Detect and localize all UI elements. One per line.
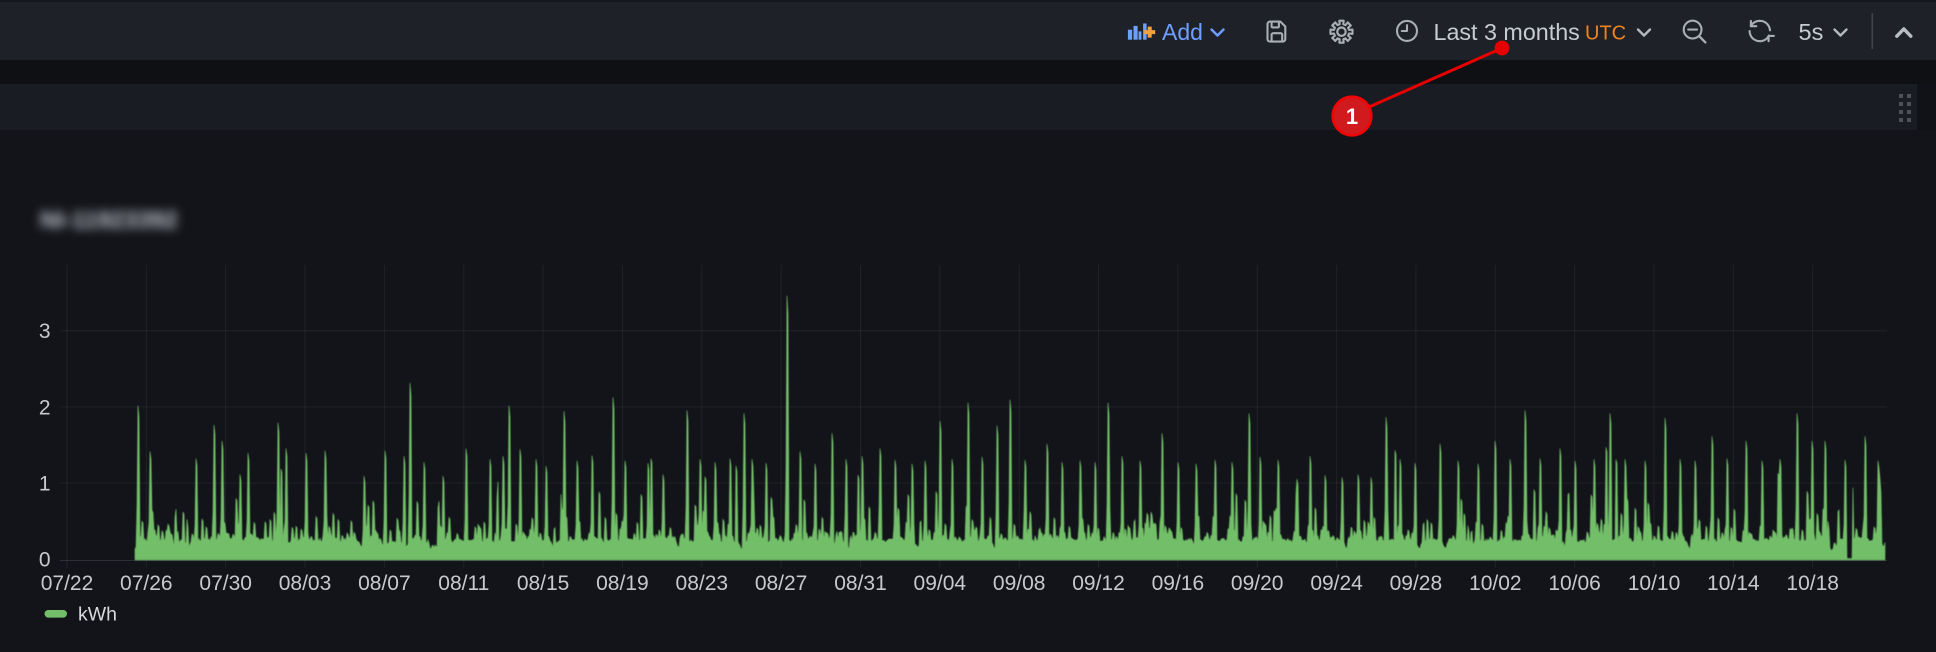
svg-text:08/11: 08/11 xyxy=(438,572,489,595)
svg-text:09/20: 09/20 xyxy=(1231,572,1284,595)
svg-text:09/08: 09/08 xyxy=(993,572,1046,595)
svg-text:Last 3 months: Last 3 months xyxy=(1434,19,1580,45)
svg-text:08/07: 08/07 xyxy=(358,572,411,595)
svg-text:09/16: 09/16 xyxy=(1152,572,1205,595)
svg-text:10/18: 10/18 xyxy=(1786,572,1839,595)
svg-text:07/26: 07/26 xyxy=(120,572,173,595)
svg-text:08/27: 08/27 xyxy=(755,572,808,595)
svg-text:09/04: 09/04 xyxy=(914,572,967,595)
svg-text:5s: 5s xyxy=(1799,19,1824,45)
svg-text:09/28: 09/28 xyxy=(1390,572,1443,595)
svg-text:08/19: 08/19 xyxy=(596,572,649,595)
svg-text:2: 2 xyxy=(39,396,51,419)
svg-text:0: 0 xyxy=(39,549,51,572)
svg-text:1: 1 xyxy=(1346,104,1358,129)
svg-text:08/15: 08/15 xyxy=(517,572,570,595)
svg-text:08/03: 08/03 xyxy=(279,572,332,595)
svg-text:kWh: kWh xyxy=(78,604,117,626)
svg-text:Add: Add xyxy=(1162,19,1203,45)
svg-text:07/30: 07/30 xyxy=(199,572,252,595)
svg-text:UTC: UTC xyxy=(1585,23,1626,45)
svg-text:09/24: 09/24 xyxy=(1310,572,1363,595)
svg-text:10/14: 10/14 xyxy=(1707,572,1760,595)
svg-text:10/02: 10/02 xyxy=(1469,572,1522,595)
svg-text:07/22: 07/22 xyxy=(41,572,94,595)
svg-text:3: 3 xyxy=(39,320,51,343)
svg-text:09/12: 09/12 xyxy=(1072,572,1125,595)
svg-text:1: 1 xyxy=(39,473,51,496)
svg-text:10/06: 10/06 xyxy=(1548,572,1601,595)
svg-text:08/31: 08/31 xyxy=(834,572,887,595)
svg-text:08/23: 08/23 xyxy=(676,572,729,595)
svg-text:10/10: 10/10 xyxy=(1628,572,1681,595)
